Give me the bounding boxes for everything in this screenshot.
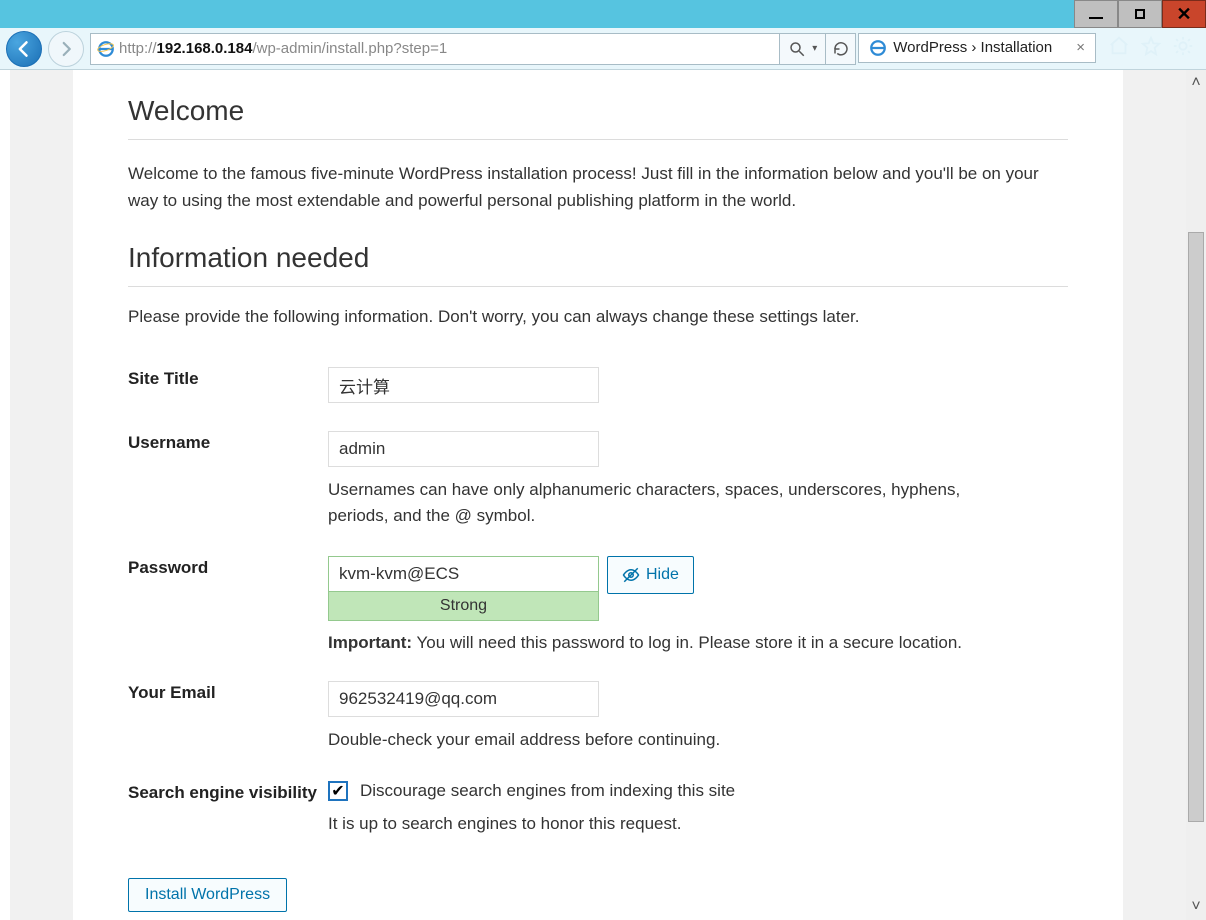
browser-tab[interactable]: WordPress › Installation × xyxy=(858,33,1096,63)
search-icon xyxy=(788,40,806,58)
gear-icon xyxy=(1172,35,1194,57)
refresh-button[interactable] xyxy=(826,33,856,65)
arrow-left-icon xyxy=(14,39,34,59)
url-text: http://192.168.0.184/wp-admin/install.ph… xyxy=(119,40,773,57)
username-hint: Usernames can have only alphanumeric cha… xyxy=(328,477,968,528)
star-icon xyxy=(1140,35,1162,57)
ie-logo-icon xyxy=(869,39,887,57)
tab-title: WordPress › Installation xyxy=(893,39,1052,56)
password-strength-badge: Strong xyxy=(328,592,599,621)
email-hint: Double-check your email address before c… xyxy=(328,727,968,753)
refresh-icon xyxy=(832,40,850,58)
site-title-label: Site Title xyxy=(128,353,328,417)
search-visibility-hint: It is up to search engines to honor this… xyxy=(328,811,968,837)
install-wordpress-button[interactable]: Install WordPress xyxy=(128,878,287,912)
window-titlebar: ✕ xyxy=(0,0,1206,28)
tab-close-button[interactable]: × xyxy=(1076,39,1085,56)
divider xyxy=(128,286,1068,287)
page-content: Welcome Welcome to the famous five-minut… xyxy=(73,70,1123,920)
home-icon xyxy=(1108,35,1130,57)
ie-logo-icon xyxy=(97,40,115,58)
window-close-button[interactable]: ✕ xyxy=(1162,0,1206,28)
email-input[interactable] xyxy=(328,681,599,717)
address-bar[interactable]: http://192.168.0.184/wp-admin/install.ph… xyxy=(90,33,780,65)
username-label: Username xyxy=(128,417,328,542)
search-dropdown-caret[interactable]: ▾ xyxy=(812,43,817,54)
hide-password-button[interactable]: Hide xyxy=(607,556,694,594)
search-visibility-label: Search engine visibility xyxy=(128,767,328,851)
welcome-heading: Welcome xyxy=(128,95,1068,127)
scroll-up-button[interactable]: ˄ xyxy=(1191,70,1200,96)
tools-button[interactable] xyxy=(1172,35,1194,62)
welcome-text: Welcome to the famous five-minute WordPr… xyxy=(128,160,1068,214)
eye-slash-icon xyxy=(622,566,640,584)
search-visibility-checkbox[interactable]: ✔ xyxy=(328,781,348,801)
window-maximize-button[interactable] xyxy=(1118,0,1162,28)
nav-forward-button[interactable] xyxy=(48,31,84,67)
browser-toolbar: http://192.168.0.184/wp-admin/install.ph… xyxy=(0,28,1206,70)
home-button[interactable] xyxy=(1108,35,1130,62)
search-visibility-checkbox-label: Discourage search engines from indexing … xyxy=(360,781,735,801)
info-heading: Information needed xyxy=(128,242,1068,274)
info-text: Please provide the following information… xyxy=(128,307,1068,327)
scroll-down-button[interactable]: ˅ xyxy=(1191,894,1200,920)
arrow-right-icon xyxy=(57,40,75,58)
window-minimize-button[interactable] xyxy=(1074,0,1118,28)
email-label: Your Email xyxy=(128,667,328,767)
username-input[interactable] xyxy=(328,431,599,467)
site-title-input[interactable] xyxy=(328,367,599,403)
password-input[interactable] xyxy=(328,556,599,592)
vertical-scrollbar[interactable]: ˄ ˅ xyxy=(1186,70,1206,920)
address-search-button[interactable]: ▾ xyxy=(780,33,826,65)
nav-back-button[interactable] xyxy=(6,31,42,67)
search-visibility-checkbox-row[interactable]: ✔ Discourage search engines from indexin… xyxy=(328,781,1068,801)
favorites-button[interactable] xyxy=(1140,35,1162,62)
scrollbar-thumb[interactable] xyxy=(1188,232,1204,822)
divider xyxy=(128,139,1068,140)
password-label: Password xyxy=(128,542,328,667)
password-important-note: Important: You will need this password t… xyxy=(328,633,988,653)
